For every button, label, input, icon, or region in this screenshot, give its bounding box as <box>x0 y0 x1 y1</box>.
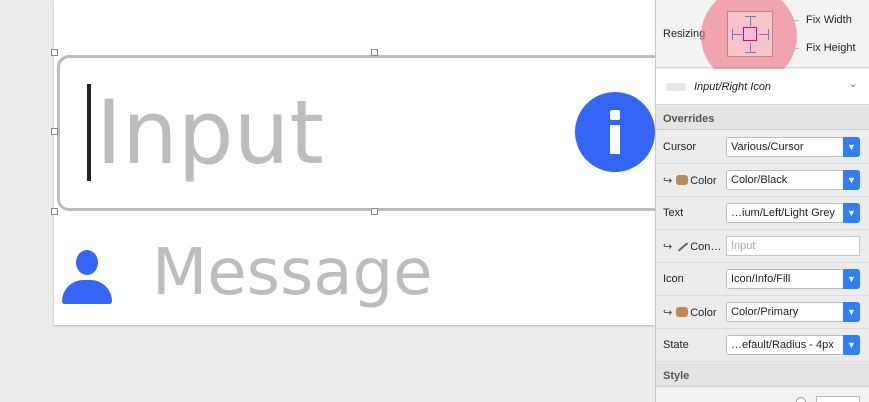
nested-arrow-icon: ↪ <box>663 307 673 319</box>
opacity-knob[interactable] <box>796 397 806 402</box>
override-value: Color/Black <box>731 174 788 186</box>
selection-handle-bottom-center[interactable] <box>371 208 378 215</box>
override-row-icon: Icon Icon/Info/Fill ▼ <box>656 263 869 296</box>
style-header: Style <box>656 363 869 387</box>
override-value: Color/Primary <box>731 306 799 318</box>
resizing-section: Resizing Fix Width Fix Height <box>656 0 869 84</box>
chevron-down-icon: ▼ <box>843 170 860 190</box>
override-content-input[interactable]: Input <box>726 236 860 256</box>
fix-width-line-icon <box>785 20 799 21</box>
override-label-wrap: ↪ Color <box>663 306 717 319</box>
nested-arrow-icon: ↪ <box>663 175 673 187</box>
override-row-icon-color: ↪ Color Color/Primary ▼ <box>656 296 869 329</box>
override-row-cursor-color: ↪ Color Color/Black ▼ <box>656 164 869 197</box>
symbol-selector[interactable]: Input/Right Icon ⌄ <box>656 69 869 105</box>
opacity-input[interactable] <box>816 396 860 402</box>
chevron-down-icon: ▼ <box>843 335 860 355</box>
selection-handle-top-center[interactable] <box>371 49 378 56</box>
override-label: Icon <box>663 273 684 285</box>
override-value: …ium/Left/Light Grey <box>731 207 835 219</box>
override-label: State <box>663 339 689 351</box>
fix-height-option[interactable]: Fix Height <box>806 42 856 54</box>
symbol-name: Input/Right Icon <box>694 81 772 93</box>
override-row-text: Text …ium/Left/Light Grey ▼ <box>656 197 869 230</box>
override-value: Icon/Info/Fill <box>731 273 791 285</box>
override-cursor-select[interactable]: Various/Cursor ▼ <box>726 137 860 157</box>
override-label-wrap: ↪ Color <box>663 174 717 187</box>
chevron-down-icon: ▼ <box>843 302 860 322</box>
design-canvas[interactable]: Input Message <box>0 0 655 402</box>
palette-icon <box>676 307 689 317</box>
info-icon <box>575 92 655 172</box>
selection-handle-top-left[interactable] <box>51 49 58 56</box>
resizing-label: Resizing <box>663 28 706 40</box>
override-value: …efault/Radius - 4px <box>731 339 834 351</box>
override-row-cursor: Cursor Various/Cursor ▼ <box>656 131 869 164</box>
override-row-content: ↪ Con… Input <box>656 230 869 263</box>
user-icon <box>62 250 112 304</box>
override-cursor-color-select[interactable]: Color/Black ▼ <box>726 170 860 190</box>
override-label: Color <box>690 175 717 187</box>
override-value: Various/Cursor <box>731 141 804 153</box>
brush-icon <box>676 241 688 251</box>
message-text: Message <box>152 236 433 310</box>
resizing-constraints-widget[interactable] <box>727 11 773 57</box>
chevron-down-icon[interactable]: ⌄ <box>849 79 857 90</box>
override-state-select[interactable]: …efault/Radius - 4px ▼ <box>726 335 860 355</box>
override-label: Text <box>663 207 684 219</box>
selection-handle-bottom-left[interactable] <box>51 208 58 215</box>
override-label: Color <box>690 307 717 319</box>
chevron-down-icon: ▼ <box>843 137 860 157</box>
override-icon-color-select[interactable]: Color/Primary ▼ <box>726 302 860 322</box>
symbol-thumbnail <box>666 83 686 91</box>
inspector-panel: Resizing Fix Width Fix Height Input/Righ… <box>655 0 869 402</box>
selection-handle-middle-left[interactable] <box>51 128 58 135</box>
style-section <box>656 388 869 402</box>
override-text-select[interactable]: …ium/Left/Light Grey ▼ <box>726 203 860 223</box>
override-icon-select[interactable]: Icon/Info/Fill ▼ <box>726 269 860 289</box>
override-label: Cursor <box>663 141 697 153</box>
chevron-down-icon: ▼ <box>843 203 860 223</box>
palette-icon <box>676 175 689 185</box>
overrides-header: Overrides <box>656 106 869 130</box>
fix-width-option[interactable]: Fix Width <box>806 14 852 26</box>
fix-height-line-icon <box>785 48 799 49</box>
text-cursor <box>87 84 91 181</box>
override-label: Con… <box>690 241 722 253</box>
input-placeholder-text: Input <box>96 81 324 184</box>
nested-arrow-icon: ↪ <box>663 241 673 253</box>
override-row-state: State …efault/Radius - 4px ▼ <box>656 329 869 362</box>
chevron-down-icon: ▼ <box>843 269 860 289</box>
override-label-wrap: ↪ Con… <box>663 240 721 253</box>
